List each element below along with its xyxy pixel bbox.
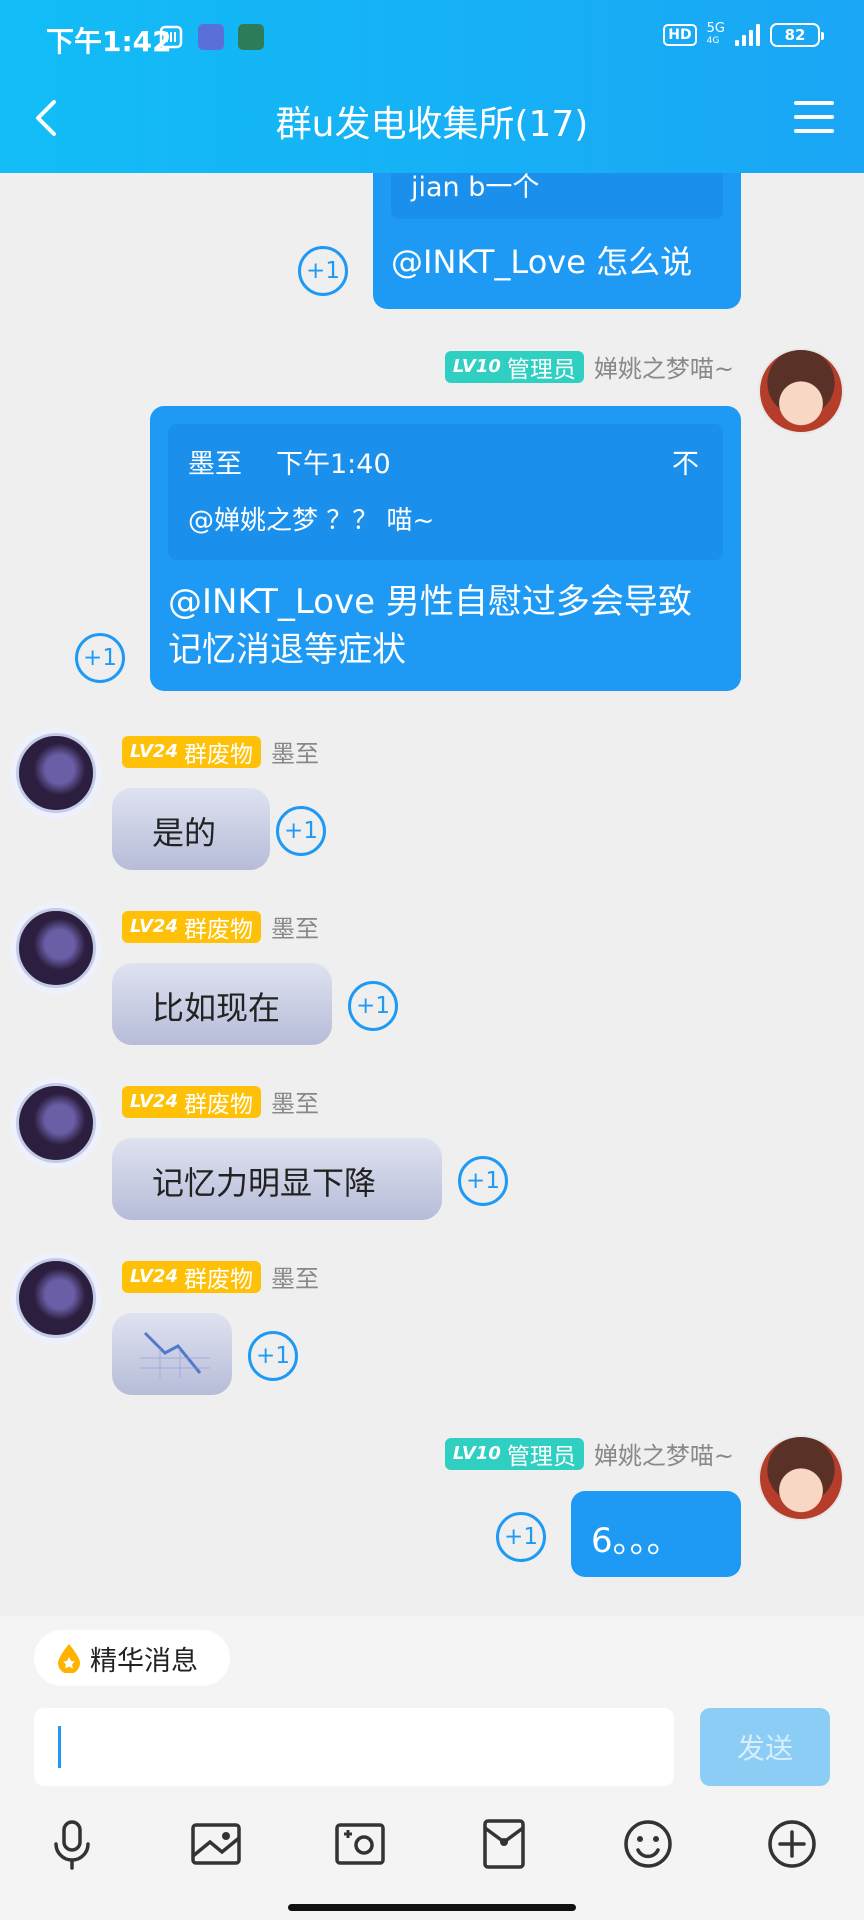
chart-thumbnail-icon [140, 1331, 210, 1378]
member-badge: LV24 群废物 [122, 910, 261, 943]
red-packet-icon[interactable] [476, 1816, 532, 1872]
level-label: LV24 [130, 741, 178, 762]
send-button[interactable]: 发送 [700, 1708, 830, 1786]
quoted-message[interactable]: 墨至 下午1:40 不 @婵姚之梦 ？？ 喵~ [168, 424, 723, 560]
message-text: @INKT_Love 男性自慰过多会导致记忆消退等症状 [168, 582, 692, 670]
message-text: @INKT_Love 怎么说 [391, 243, 693, 281]
nfc-icon [159, 25, 183, 49]
sender-nickname[interactable]: 墨至 [271, 734, 319, 769]
quote-author: 墨至 [188, 449, 242, 480]
status-time: 下午1:42 [46, 25, 172, 58]
message-text: 比如现在 [152, 989, 281, 1027]
plus-one-button[interactable]: +1 [348, 981, 398, 1031]
sender-nickname[interactable]: 婵姚之梦喵~ [594, 1436, 734, 1471]
plus-one-button[interactable]: +1 [458, 1156, 508, 1206]
notification-icons [158, 24, 264, 50]
app-notification-icon [198, 24, 224, 50]
chat-title: 群u发电收集所(17) [275, 104, 589, 145]
quote-text: @婵姚之梦 ？？ 喵~ [188, 506, 435, 536]
essence-label: 精华消息 [90, 1645, 198, 1677]
sender-info: LV24 群废物 墨至 [122, 734, 319, 769]
message-bubble[interactable]: 墨至 下午1:40 不 @婵姚之梦 ？？ 喵~ @INKT_Love 男性自慰过… [150, 406, 741, 691]
network-type: 5G 4G [707, 22, 725, 48]
plus-one-button[interactable]: +1 [298, 246, 348, 296]
role-label: 管理员 [506, 356, 576, 383]
quoted-message[interactable]: jian b一个 [391, 173, 723, 219]
admin-badge: LV10 管理员 [444, 350, 584, 383]
plus-one-button[interactable]: +1 [496, 1512, 546, 1562]
role-label: 群废物 [183, 1091, 253, 1118]
member-badge: LV24 群废物 [122, 735, 261, 768]
level-label: LV24 [130, 916, 178, 937]
message-bubble[interactable]: jian b一个 @INKT_Love 怎么说 [373, 173, 741, 309]
avatar[interactable] [758, 348, 844, 434]
level-label: LV24 [130, 1091, 178, 1112]
network-label: 5G [706, 21, 725, 36]
essence-messages-button[interactable]: 精华消息 [34, 1630, 230, 1686]
camera-icon[interactable] [332, 1816, 388, 1872]
signal-icon [735, 24, 760, 46]
role-label: 群废物 [183, 741, 253, 768]
input-toolbar [0, 1816, 864, 1896]
sender-nickname[interactable]: 婵姚之梦喵~ [594, 349, 734, 384]
sender-nickname[interactable]: 墨至 [271, 1084, 319, 1119]
microphone-icon[interactable] [44, 1816, 100, 1872]
quote-collapse-toggle[interactable]: 不 [672, 442, 699, 481]
status-bar: 下午1:42 HD 5G 4G 82 [0, 0, 864, 78]
battery-icon: 82 [770, 23, 824, 47]
image-icon[interactable] [188, 1816, 244, 1872]
battery-level: 82 [784, 26, 806, 44]
sender-info: LV24 群废物 墨至 [122, 1084, 319, 1119]
message-text: 是的 [152, 814, 217, 852]
sender-info: LV10 管理员 婵姚之梦喵~ [444, 1436, 734, 1471]
sender-info: LV24 群废物 墨至 [122, 1259, 319, 1294]
message-text: 记忆力明显下降 [152, 1164, 377, 1202]
avatar[interactable] [16, 1083, 96, 1163]
input-area: 精华消息 发送 [0, 1616, 864, 1920]
member-badge: LV24 群废物 [122, 1260, 261, 1293]
avatar[interactable] [16, 733, 96, 813]
text-caret [58, 1726, 61, 1768]
hd-icon: HD [663, 24, 697, 46]
sender-info: LV24 群废物 墨至 [122, 909, 319, 944]
plus-one-button[interactable]: +1 [248, 1331, 298, 1381]
quote-time: 下午1:40 [276, 449, 391, 480]
sender-nickname[interactable]: 墨至 [271, 1259, 319, 1294]
message-bubble[interactable]: 6。。。 [571, 1491, 741, 1577]
avatar[interactable] [16, 1258, 96, 1338]
message-text: 6。。。 [591, 1521, 681, 1561]
role-label: 群废物 [183, 916, 253, 943]
home-indicator[interactable] [288, 1904, 576, 1911]
status-right: HD 5G 4G 82 [663, 22, 824, 48]
avatar[interactable] [758, 1435, 844, 1521]
app-header: 下午1:42 HD 5G 4G 82 群u发电收集所(17) [0, 0, 864, 173]
level-label: LV10 [452, 1443, 501, 1464]
plus-icon[interactable] [764, 1816, 820, 1872]
network-sub-label: 4G [706, 36, 720, 46]
admin-badge: LV10 管理员 [444, 1437, 584, 1470]
menu-icon[interactable] [794, 101, 834, 133]
emoji-icon[interactable] [620, 1816, 676, 1872]
role-label: 群废物 [183, 1266, 253, 1293]
avatar[interactable] [16, 908, 96, 988]
level-label: LV10 [452, 356, 501, 377]
plus-one-button[interactable]: +1 [75, 633, 125, 683]
plus-one-button[interactable]: +1 [276, 806, 326, 856]
role-label: 管理员 [506, 1443, 576, 1470]
app-notification-icon-2 [238, 24, 264, 50]
level-label: LV24 [130, 1266, 178, 1287]
chat-area[interactable]: jian b一个 @INKT_Love 怎么说 +1 LV10 管理员 婵姚之梦喵… [0, 173, 864, 1616]
message-input[interactable] [34, 1708, 674, 1786]
sender-info: LV10 管理员 婵姚之梦喵~ [444, 349, 734, 384]
quote-text: jian b一个 [411, 173, 540, 203]
member-badge: LV24 群废物 [122, 1085, 261, 1118]
sender-nickname[interactable]: 墨至 [271, 909, 319, 944]
essence-drop-icon [58, 1644, 80, 1673]
